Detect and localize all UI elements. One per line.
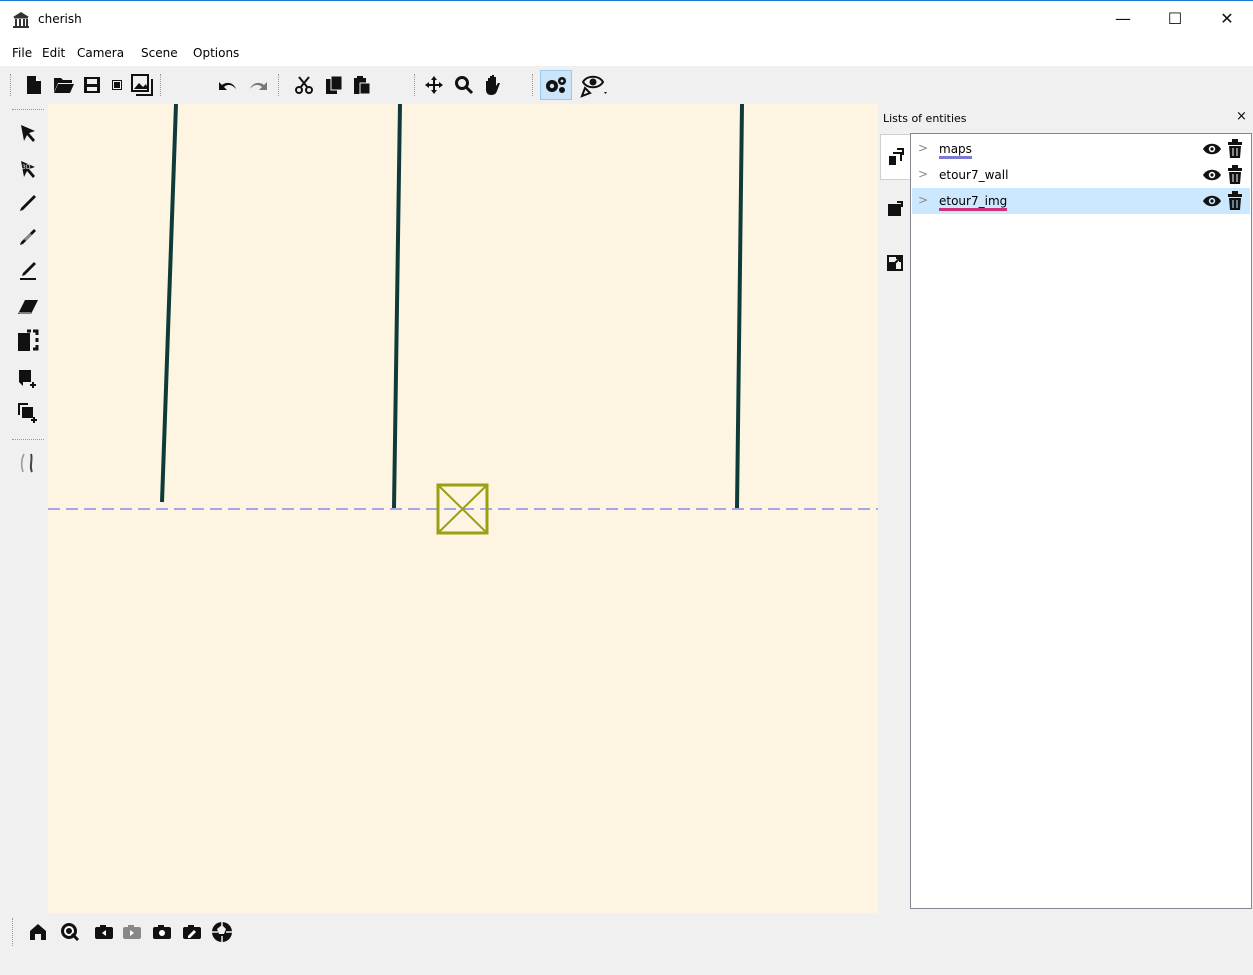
toolbar-separator xyxy=(278,74,280,96)
home-icon[interactable] xyxy=(26,920,50,944)
toolbar-separator xyxy=(532,74,534,96)
entity-name: maps xyxy=(939,142,972,159)
export-icon xyxy=(887,255,903,271)
add-canvas-copy-icon[interactable] xyxy=(16,401,40,425)
tab-entities[interactable] xyxy=(880,134,910,180)
pan-hand-icon[interactable] xyxy=(482,73,506,97)
tool-grip xyxy=(12,109,44,110)
delete-trash-icon[interactable] xyxy=(1227,139,1243,159)
pen-gray-icon[interactable] xyxy=(16,225,40,249)
menu-camera[interactable]: Camera xyxy=(77,46,124,60)
camera-prev-icon[interactable] xyxy=(92,920,116,944)
left-tool-strip: 3D xyxy=(8,105,48,913)
toolbar-separator xyxy=(160,74,162,96)
pen-underline-icon[interactable] xyxy=(16,259,40,283)
expand-chevron-icon[interactable]: > xyxy=(918,141,928,155)
eraser-icon[interactable] xyxy=(16,295,40,319)
scene-drawing xyxy=(48,103,878,535)
visibility-eye-icon[interactable] xyxy=(1202,166,1222,184)
entity-tree: > maps > etour7_wall > etour7_img xyxy=(910,133,1252,909)
window-title: cherish xyxy=(38,12,82,26)
visibility-eye-icon[interactable] xyxy=(1202,140,1222,158)
tab-export[interactable] xyxy=(880,240,910,286)
toolbar-grip xyxy=(10,74,12,96)
camera-edit-icon[interactable] xyxy=(180,920,204,944)
menu-file[interactable]: File xyxy=(12,46,32,60)
open-folder-icon[interactable] xyxy=(52,73,76,97)
dock-close-button[interactable]: × xyxy=(1236,109,1247,124)
app-logo-icon xyxy=(13,12,29,28)
visibility-eye-icon[interactable] xyxy=(578,73,612,98)
toolbar-separator xyxy=(414,74,416,96)
screenshot-icon[interactable] xyxy=(130,73,154,97)
entity-name: etour7_img xyxy=(939,194,1008,211)
toolbar-grip xyxy=(12,918,13,946)
wall-stroke xyxy=(392,103,402,509)
scene-canvas[interactable] xyxy=(48,103,878,913)
select-region-icon[interactable] xyxy=(16,329,40,353)
camera-next-gray-icon[interactable] xyxy=(120,920,144,944)
camera-icon[interactable] xyxy=(150,920,174,944)
visibility-eye-icon[interactable] xyxy=(1202,192,1222,210)
wall-stroke xyxy=(160,103,178,503)
svg-text:3D: 3D xyxy=(22,164,31,171)
undo-icon[interactable] xyxy=(216,73,240,97)
entity-name: etour7_wall xyxy=(939,168,1009,182)
menu-scene[interactable]: Scene xyxy=(141,46,178,60)
redo-icon[interactable] xyxy=(246,73,270,97)
save-icon[interactable] xyxy=(80,73,104,97)
camera-search-icon[interactable] xyxy=(58,920,82,944)
entity-row-etour7-img[interactable]: > etour7_img xyxy=(912,188,1250,214)
move-icon[interactable] xyxy=(422,73,446,97)
expand-chevron-icon[interactable]: > xyxy=(918,193,928,207)
paste-icon[interactable] xyxy=(350,73,374,97)
layers-icon xyxy=(888,148,904,165)
entity-row-maps[interactable]: > maps xyxy=(912,136,1250,162)
select-arrow-icon[interactable] xyxy=(16,121,40,145)
delete-trash-icon[interactable] xyxy=(1227,191,1243,211)
entity-row-etour7-wall[interactable]: > etour7_wall xyxy=(912,162,1250,188)
stroke-style-icon[interactable] xyxy=(16,451,40,475)
expand-chevron-icon[interactable]: > xyxy=(918,167,928,181)
cut-icon[interactable] xyxy=(292,73,316,97)
canvas-icon xyxy=(888,201,903,216)
minimize-button[interactable]: — xyxy=(1100,0,1146,36)
main-toolbar xyxy=(0,66,1253,103)
select-3d-arrow-icon[interactable]: 3D xyxy=(16,157,40,181)
delete-trash-icon[interactable] xyxy=(1227,165,1243,185)
new-file-icon[interactable] xyxy=(22,73,46,97)
small-image-icon[interactable] xyxy=(105,73,129,97)
menu-bar: File Edit Camera Scene Options xyxy=(0,42,1253,66)
aperture-icon[interactable] xyxy=(208,920,236,944)
dock-title: Lists of entities xyxy=(883,112,967,125)
zoom-icon[interactable] xyxy=(452,73,476,97)
settings-gears-icon[interactable] xyxy=(540,70,572,100)
close-button[interactable]: ✕ xyxy=(1204,0,1250,36)
copy-icon[interactable] xyxy=(322,73,346,97)
menu-options[interactable]: Options xyxy=(193,46,239,60)
title-bar xyxy=(0,0,1253,42)
pen-icon[interactable] xyxy=(16,191,40,215)
menu-edit[interactable]: Edit xyxy=(42,46,65,60)
add-canvas-icon[interactable] xyxy=(16,367,40,391)
wall-stroke xyxy=(735,103,744,509)
tool-separator xyxy=(12,439,44,440)
tab-canvas[interactable] xyxy=(880,186,910,232)
maximize-button[interactable]: ☐ xyxy=(1152,0,1198,36)
